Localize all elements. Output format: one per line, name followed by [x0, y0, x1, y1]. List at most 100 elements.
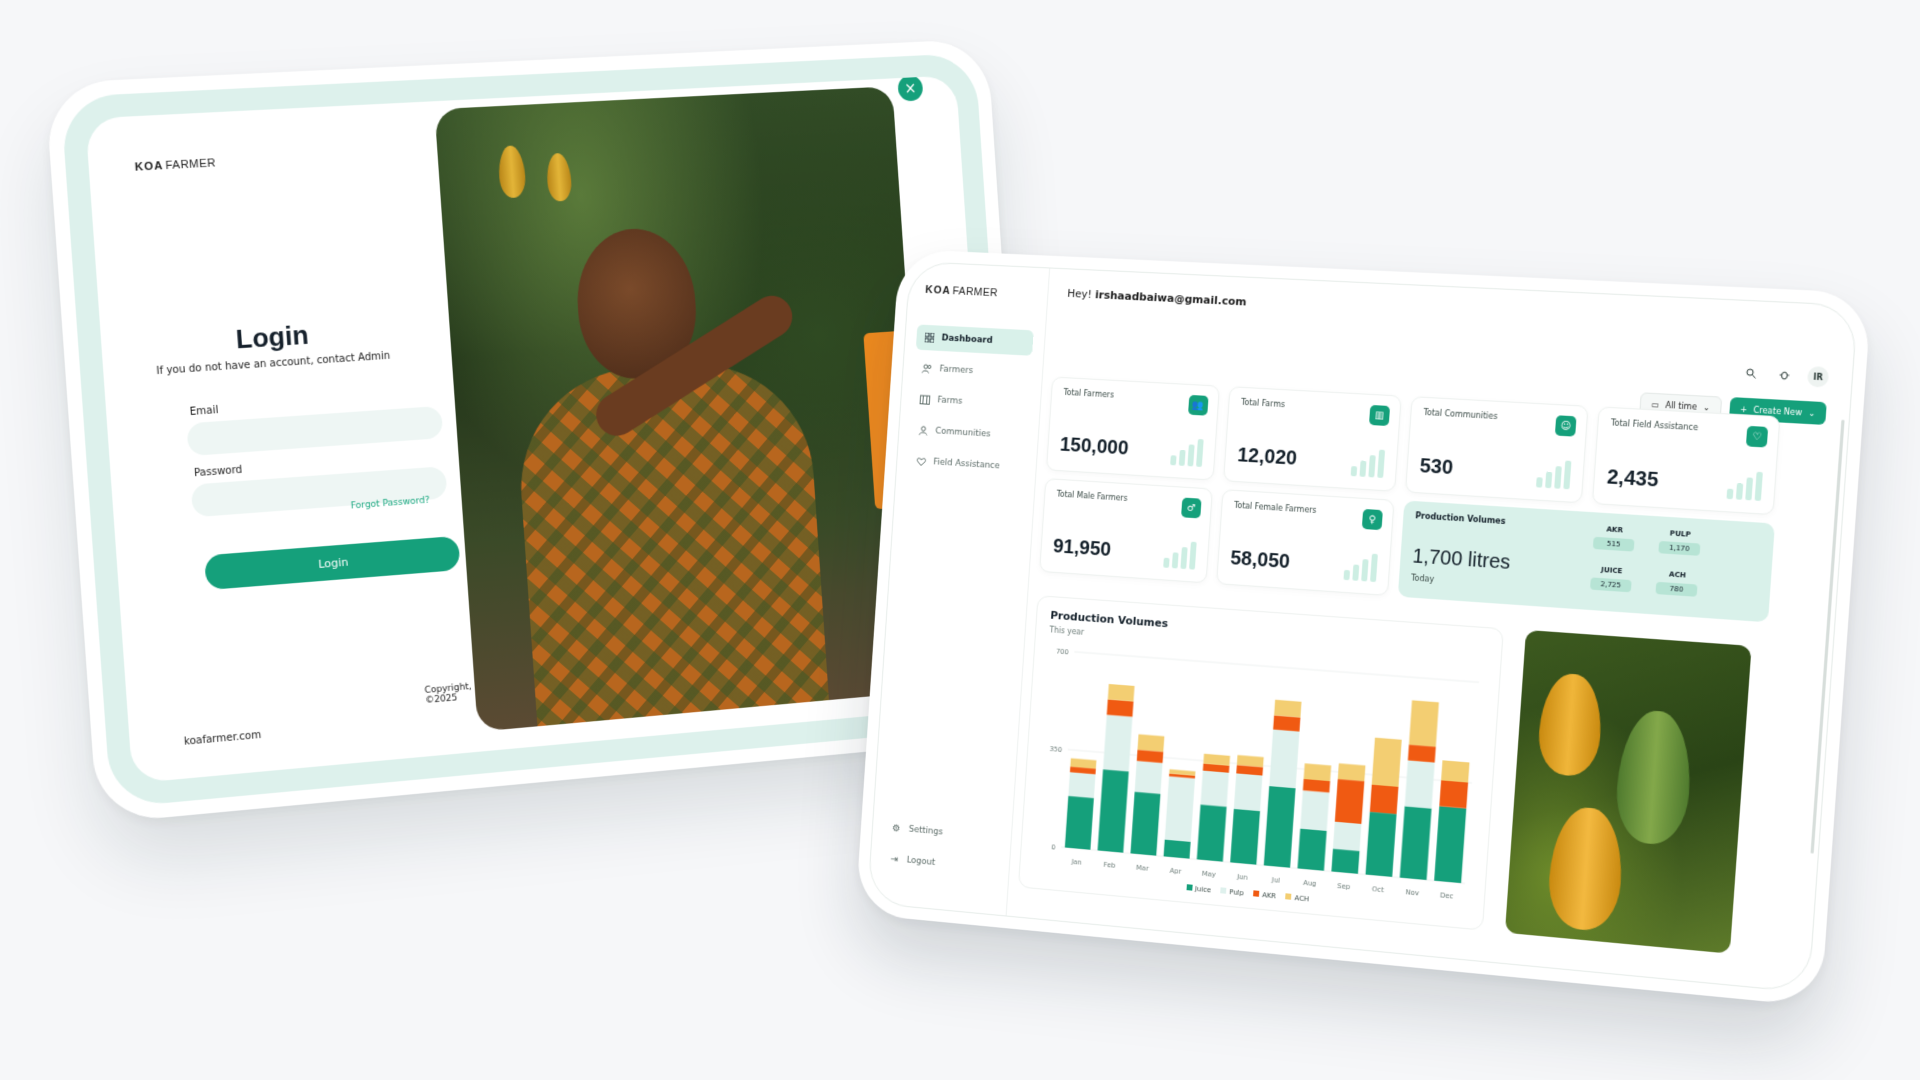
brand-logo: KOA FARMER [134, 148, 383, 174]
bar-segment-pulp[interactable] [1200, 770, 1229, 807]
stat-card-total-farms[interactable]: Total Farms ▥ 12,020 [1223, 386, 1402, 492]
bar-segment-juice[interactable] [1365, 811, 1397, 877]
y-tick-label: 700 [1056, 647, 1069, 656]
bar-segment-juice[interactable] [1230, 808, 1261, 865]
bar-segment-pulp[interactable] [1068, 772, 1096, 799]
sidebar-item-farms[interactable]: Farms [912, 386, 1030, 418]
users-icon [922, 363, 933, 374]
female-icon: ♀ [1361, 508, 1383, 531]
x-tick-label: Jun [1236, 873, 1248, 882]
barn-icon: ▥ [1368, 404, 1391, 427]
bar-segment-ach[interactable] [1303, 763, 1332, 782]
x-tick-label: Apr [1170, 867, 1182, 876]
search-icon[interactable] [1740, 363, 1762, 385]
brand-bold: KOA [924, 284, 952, 297]
mini-bars-decoration [1170, 437, 1204, 467]
bug-icon[interactable] [1773, 364, 1795, 386]
production-stat-akr: AKR 515 [1592, 525, 1636, 552]
bar-segment-juice[interactable] [1064, 795, 1094, 850]
bar-segment-akr[interactable] [1136, 749, 1164, 764]
production-title: Production Volumes [1415, 511, 1506, 526]
bar-segment-akr[interactable] [1369, 784, 1399, 815]
stat-label: Total Farms [1240, 397, 1286, 410]
bar-segment-akr[interactable] [1439, 780, 1469, 809]
stat-card-total-field-assistance[interactable]: Total Field Assistance ♡ 2,435 [1591, 406, 1781, 516]
sidebar-item-label: Farmers [939, 364, 974, 377]
bar-segment-pulp[interactable] [1300, 790, 1330, 831]
bar-segment-ach[interactable] [1408, 700, 1439, 747]
sidebar-item-label: Field Assistance [932, 457, 1001, 472]
footer-url: koafarmer.com [183, 729, 262, 748]
x-tick-label: Oct [1372, 885, 1385, 894]
bar-segment-pulp[interactable] [1134, 760, 1163, 794]
legend-item[interactable]: Pulp [1220, 887, 1244, 897]
sidebar-item-farmers[interactable]: Farmers [914, 355, 1032, 387]
login-button[interactable]: Login [204, 535, 461, 591]
bar-segment-juice[interactable] [1297, 828, 1327, 871]
production-bar-chart: 0 350 700 Jan Feb Mar Apr May Jun Jul Aug Sep Oct Nov… [1049, 647, 1487, 901]
stat-value: 530 [1419, 455, 1454, 480]
legend-label: AKR [1261, 891, 1277, 901]
sidebar-item-field-assistance[interactable]: Field Assistance [908, 448, 1026, 480]
bar-segment-pulp[interactable] [1332, 821, 1362, 852]
bar-segment-akr[interactable] [1407, 744, 1436, 763]
calendar-icon: ▭ [1651, 399, 1660, 410]
stat-value: 2,435 [1606, 466, 1660, 492]
y-tick-label: 350 [1049, 745, 1062, 754]
login-panel: KOA FARMER Login If you do not have an a… [85, 102, 471, 784]
bar-segment-pulp[interactable] [1164, 776, 1195, 842]
bar-segment-ach[interactable] [1337, 763, 1366, 782]
legend-swatch [1220, 887, 1227, 894]
dashboard-screen: KOA FARMER Dashboard Farmers Farms Commu… [866, 260, 1859, 994]
legend-item[interactable]: AKR [1253, 890, 1276, 900]
bar-segment-akr[interactable] [1106, 699, 1134, 717]
sidebar-item-communities[interactable]: Communities [910, 417, 1028, 449]
bar-segment-akr[interactable] [1334, 778, 1365, 824]
email-label: Email [189, 404, 219, 419]
bar-segment-pulp[interactable] [1233, 773, 1263, 811]
bar-segment-juice[interactable] [1399, 806, 1432, 881]
bar-segment-ach[interactable] [1371, 737, 1402, 787]
male-icon: ♂ [1181, 497, 1202, 519]
stat-card-total-farmers[interactable]: Total Farmers 👥 150,000 [1045, 376, 1220, 481]
sidebar-item-logout[interactable]: ⇥ Logout [881, 846, 999, 882]
cocoa-pod-image [1536, 671, 1605, 778]
legend-item[interactable]: ACH [1285, 893, 1309, 903]
stat-card-total-male-farmers[interactable]: Total Male Farmers ♂ 91,950 [1039, 478, 1213, 584]
bar-segment-ach[interactable] [1441, 760, 1470, 783]
production-stat-juice: JUICE 2,725 [1589, 565, 1633, 593]
bar-segment-ach[interactable] [1107, 683, 1135, 702]
bar-segment-pulp[interactable] [1404, 760, 1435, 809]
bar-segment-juice[interactable] [1263, 786, 1296, 868]
bar-segment-juice[interactable] [1196, 804, 1227, 862]
bar-segment-ach[interactable] [1274, 699, 1302, 718]
production-volume-card[interactable]: Production Volumes 1,700 litres Today AK… [1397, 500, 1775, 623]
bar-segment-juice[interactable] [1163, 839, 1191, 859]
email-field[interactable] [186, 405, 444, 457]
stat-label: Total Female Farmers [1233, 500, 1317, 515]
greeting-prefix: Hey! [1066, 286, 1093, 301]
mini-bars-decoration [1343, 552, 1378, 583]
bar-segment-juice[interactable] [1097, 769, 1129, 853]
bar-segment-akr[interactable] [1302, 779, 1331, 793]
x-tick-label: Aug [1303, 879, 1317, 888]
sidebar-item-dashboard[interactable]: Dashboard [915, 324, 1034, 356]
bar-segment-ach[interactable] [1137, 734, 1165, 752]
scrollbar[interactable] [1810, 419, 1845, 854]
bar-segment-pulp[interactable] [1269, 729, 1300, 789]
stat-card-total-communities[interactable]: Total Communities ☺ 530 [1405, 396, 1589, 504]
bar-segment-juice[interactable] [1331, 848, 1360, 874]
heart-hand-icon: ♡ [1745, 425, 1769, 448]
sidebar-item-settings[interactable]: ⚙ Settings [883, 815, 1001, 851]
avatar[interactable]: IR [1806, 365, 1830, 388]
sidebar-item-label: Communities [935, 426, 991, 440]
production-stat-value: 1,170 [1658, 540, 1701, 556]
stat-card-total-female-farmers[interactable]: Total Female Farmers ♀ 58,050 [1216, 489, 1395, 596]
bar-segment-juice[interactable] [1130, 791, 1161, 856]
legend-item[interactable]: Juice [1186, 884, 1211, 894]
close-icon[interactable]: × [897, 75, 924, 102]
bar-segment-juice[interactable] [1434, 806, 1467, 884]
bar-segment-pulp[interactable] [1103, 714, 1133, 772]
bar-segment-akr[interactable] [1273, 715, 1301, 732]
community-icon [917, 425, 928, 436]
